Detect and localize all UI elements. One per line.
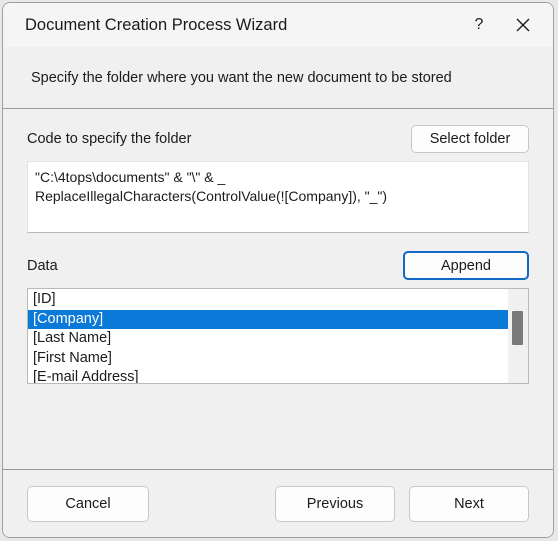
append-button[interactable]: Append: [403, 251, 529, 280]
close-icon[interactable]: [501, 7, 545, 43]
code-line: ReplaceIllegalCharacters(ControlValue(![…: [35, 188, 388, 204]
data-field-list: [ID] [Company] [Last Name] [First Name] …: [28, 289, 508, 383]
next-button[interactable]: Next: [409, 485, 529, 522]
footer-nav-buttons: Previous Next: [275, 485, 529, 522]
list-item[interactable]: [ID]: [28, 290, 508, 310]
folder-code-label: Code to specify the folder: [27, 131, 192, 147]
wizard-dialog: Document Creation Process Wizard ? Speci…: [2, 2, 554, 538]
code-line: "C:\4tops\documents" & "\" & _: [35, 169, 226, 185]
title-bar: Document Creation Process Wizard ?: [3, 3, 553, 47]
folder-code-input[interactable]: "C:\4tops\documents" & "\" & _ ReplaceIl…: [27, 161, 529, 233]
cancel-button[interactable]: Cancel: [27, 485, 149, 522]
dialog-body: Code to specify the folder Select folder…: [3, 109, 553, 469]
list-scrollbar[interactable]: [508, 289, 528, 383]
list-item[interactable]: [First Name]: [28, 349, 508, 369]
select-folder-button[interactable]: Select folder: [411, 125, 529, 153]
dialog-footer: Cancel Previous Next: [3, 469, 553, 537]
data-header: Data Append: [27, 251, 529, 280]
help-icon[interactable]: ?: [457, 7, 501, 43]
list-item[interactable]: [E-mail Address]: [28, 368, 508, 383]
data-field-listbox[interactable]: [ID] [Company] [Last Name] [First Name] …: [27, 288, 529, 384]
window-title: Document Creation Process Wizard: [25, 15, 288, 34]
data-label: Data: [27, 257, 58, 274]
list-item[interactable]: [Company]: [28, 309, 508, 329]
subtitle-band: Specify the folder where you want the ne…: [3, 47, 553, 109]
list-item[interactable]: [Last Name]: [28, 329, 508, 349]
subtitle-text: Specify the folder where you want the ne…: [31, 69, 452, 86]
folder-code-header: Code to specify the folder Select folder: [27, 125, 529, 153]
scrollbar-thumb[interactable]: [512, 311, 523, 345]
title-bar-controls: ?: [457, 3, 545, 47]
previous-button[interactable]: Previous: [275, 485, 395, 522]
